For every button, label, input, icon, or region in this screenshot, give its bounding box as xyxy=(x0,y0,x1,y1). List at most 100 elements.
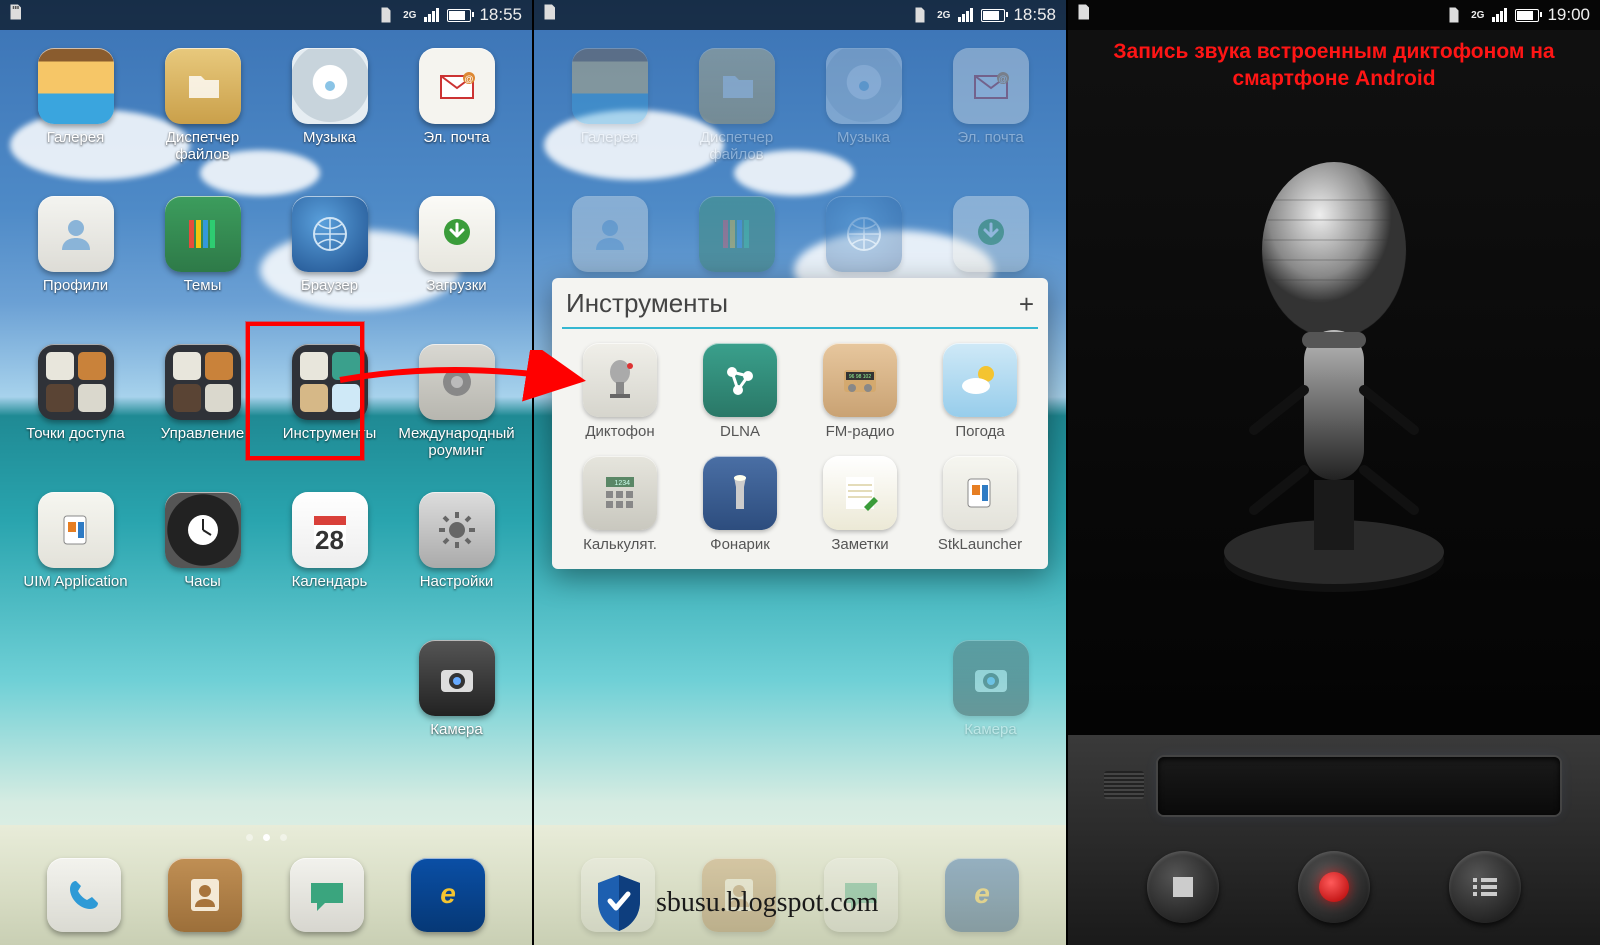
clock-text: 18:58 xyxy=(1013,5,1056,25)
app-label: UIM Application xyxy=(23,574,127,591)
app-files-icon[interactable]: Диспетчер файлов xyxy=(148,48,258,163)
settings-icon[interactable] xyxy=(419,492,495,568)
app-files-icon[interactable]: Диспетчер файлов xyxy=(682,48,792,163)
email-icon[interactable]: @ xyxy=(953,48,1029,124)
folder-app-stklauncher-icon[interactable]: StkLauncher xyxy=(924,456,1036,553)
sim-icon xyxy=(911,6,929,24)
weather-icon[interactable] xyxy=(943,343,1017,417)
dlna-icon[interactable] xyxy=(703,343,777,417)
themes-icon[interactable] xyxy=(165,196,241,272)
flashlight-icon[interactable] xyxy=(703,456,777,530)
management-icon[interactable] xyxy=(165,344,241,420)
files-icon[interactable] xyxy=(165,48,241,124)
camera-icon[interactable] xyxy=(953,640,1029,716)
downloads-icon[interactable] xyxy=(953,196,1029,272)
email-icon[interactable]: @ xyxy=(419,48,495,124)
app-gallery-icon[interactable]: Галерея xyxy=(21,48,131,147)
hotspot-icon[interactable] xyxy=(38,344,114,420)
calculator-icon[interactable]: 1234 xyxy=(583,456,657,530)
notes-icon[interactable] xyxy=(823,456,897,530)
clock-icon[interactable] xyxy=(165,492,241,568)
app-music-icon[interactable]: Музыка xyxy=(275,48,385,147)
app-camera-icon[interactable]: Камера xyxy=(936,640,1046,739)
folder-app-notes-icon[interactable]: Заметки xyxy=(804,456,916,553)
record-button[interactable] xyxy=(1298,851,1370,923)
gallery-icon[interactable] xyxy=(572,48,648,124)
profiles-icon[interactable] xyxy=(572,196,648,272)
app-browser-icon[interactable]: Браузер xyxy=(275,196,385,295)
overlay-title: Запись звука встроенным диктофоном на см… xyxy=(1068,38,1600,93)
sim-icon xyxy=(1445,6,1463,24)
browser-icon[interactable] xyxy=(292,196,368,272)
phone-icon[interactable] xyxy=(47,858,121,932)
stop-button[interactable] xyxy=(1147,851,1219,923)
recordings-list-button[interactable] xyxy=(1449,851,1521,923)
folder-app-recorder-icon[interactable]: Диктофон xyxy=(564,343,676,440)
app-downloads-icon[interactable]: Загрузки xyxy=(402,196,512,295)
battery-icon xyxy=(1515,9,1539,22)
gallery-icon[interactable] xyxy=(38,48,114,124)
files-icon[interactable] xyxy=(699,48,775,124)
app-uim-icon[interactable]: UIM Application xyxy=(21,492,131,591)
folder-app-calculator-icon[interactable]: 1234 Калькулят. xyxy=(564,456,676,553)
uim-icon[interactable] xyxy=(38,492,114,568)
contacts-icon[interactable] xyxy=(168,858,242,932)
internet-icon[interactable]: e xyxy=(411,858,485,932)
signal-icon xyxy=(958,8,973,22)
camera-icon[interactable] xyxy=(419,640,495,716)
app-roaming-icon[interactable]: Международный роуминг xyxy=(402,344,512,459)
microphone-illustration xyxy=(1214,160,1454,600)
app-email-icon[interactable]: @ Эл. почта xyxy=(936,48,1046,147)
app-email-icon[interactable]: @ Эл. почта xyxy=(402,48,512,147)
folder-popup: Инструменты + Диктофон DLNA 96 98 102 FM… xyxy=(552,278,1048,569)
folder-app-weather-icon[interactable]: Погода xyxy=(924,343,1036,440)
messages-icon[interactable] xyxy=(290,858,364,932)
app-label: Камера xyxy=(430,722,482,739)
app-settings-icon[interactable]: Настройки xyxy=(402,492,512,591)
app-label: Фонарик xyxy=(710,536,770,553)
music-icon[interactable] xyxy=(292,48,368,124)
app-label: Музыка xyxy=(837,130,890,147)
downloads-icon[interactable] xyxy=(419,196,495,272)
folder-add-button[interactable]: + xyxy=(1019,291,1034,317)
app-themes-icon[interactable]: Темы xyxy=(148,196,258,295)
lcd-display xyxy=(1158,757,1560,815)
folder-app-fmradio-icon[interactable]: 96 98 102 FM-радио xyxy=(804,343,916,440)
svg-text:@: @ xyxy=(464,74,473,84)
folder-app-dlna-icon[interactable]: DLNA xyxy=(684,343,796,440)
app-management-icon[interactable]: Управление xyxy=(148,344,258,443)
app-camera-icon[interactable]: Камера xyxy=(402,640,512,739)
profiles-icon[interactable] xyxy=(38,196,114,272)
shield-icon xyxy=(594,873,644,933)
screen-1-home: 2G 18:55 Галерея Диспетчер файлов Музыка… xyxy=(0,0,534,945)
app-label: Галерея xyxy=(581,130,639,147)
browser-icon[interactable] xyxy=(826,196,902,272)
app-profiles-icon[interactable]: Профили xyxy=(21,196,131,295)
watermark: sbusu.blogspot.com xyxy=(594,873,878,933)
app-label: Загрузки xyxy=(426,278,486,295)
folder-app-flashlight-icon[interactable]: Фонарик xyxy=(684,456,796,553)
screen-3-recorder: 2G 19:00 Запись звука встроенным диктофо… xyxy=(1068,0,1600,945)
svg-text:@: @ xyxy=(998,74,1007,84)
app-music-icon[interactable]: Музыка xyxy=(809,48,919,147)
network-type: 2G xyxy=(1471,10,1484,21)
app-gallery-icon[interactable]: Галерея xyxy=(555,48,665,147)
dock: e xyxy=(0,845,532,945)
themes-icon[interactable] xyxy=(699,196,775,272)
app-calendar-icon[interactable]: 28 Календарь xyxy=(275,492,385,591)
status-bar: 2G 19:00 xyxy=(1068,0,1600,30)
watermark-text: sbusu.blogspot.com xyxy=(656,887,878,919)
app-label: Управление xyxy=(161,426,244,443)
stklauncher-icon[interactable] xyxy=(943,456,1017,530)
app-hotspot-icon[interactable]: Точки доступа xyxy=(21,344,131,443)
folder-title[interactable]: Инструменты xyxy=(566,288,728,319)
app-clock-icon[interactable]: Часы xyxy=(148,492,258,591)
svg-text:e: e xyxy=(974,878,990,909)
status-bar: 2G 18:58 xyxy=(534,0,1066,30)
app-label: Эл. почта xyxy=(957,130,1023,147)
music-icon[interactable] xyxy=(826,48,902,124)
calendar-icon[interactable]: 28 xyxy=(292,492,368,568)
fmradio-icon[interactable]: 96 98 102 xyxy=(823,343,897,417)
recorder-icon[interactable] xyxy=(583,343,657,417)
roaming-icon[interactable] xyxy=(419,344,495,420)
